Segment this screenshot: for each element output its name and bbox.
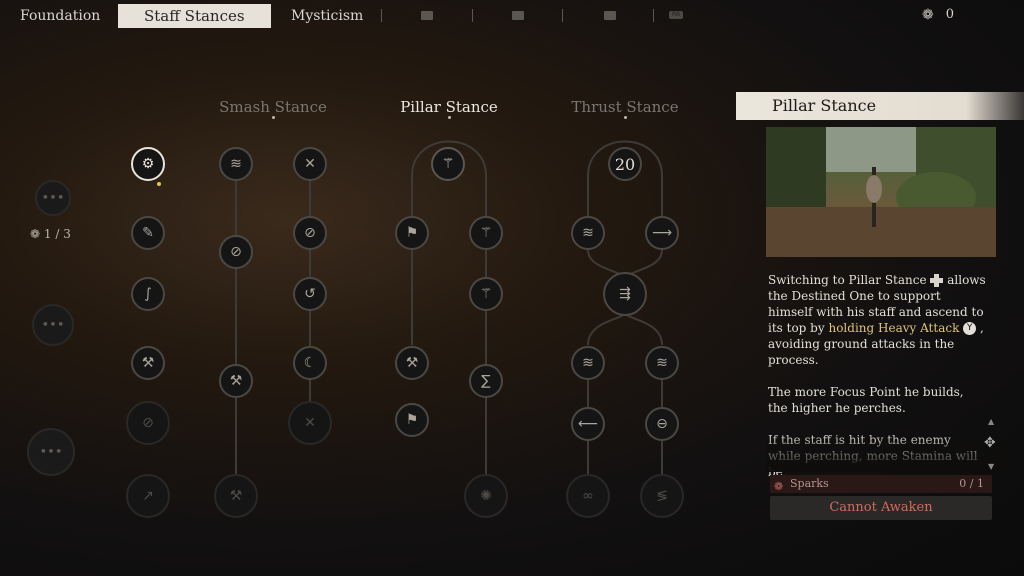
skill-node-pillar[interactable]: ⚑ (395, 216, 429, 250)
desc-1-highlight: holding Heavy Attack (828, 321, 960, 335)
skill-node-thrust[interactable]: ≶ (640, 474, 684, 518)
description-fade (766, 432, 1006, 472)
skill-node[interactable]: ↗ (126, 474, 170, 518)
skill-node-thrust[interactable]: ∞ (566, 474, 610, 518)
skill-node-thrust[interactable]: ⊖ (645, 407, 679, 441)
awaken-button[interactable]: Cannot Awaken (770, 496, 992, 520)
skill-node-smash[interactable]: ↺ (293, 277, 327, 311)
scroll-down-icon[interactable]: ▼ (988, 462, 994, 471)
skill-node-thrust[interactable]: ⟶ (645, 216, 679, 250)
sparks-cost-row: ❁ Sparks 0 / 1 (770, 475, 992, 493)
skill-node-smash[interactable]: ⊘ (293, 216, 327, 250)
skill-node-smash[interactable]: ☾ (293, 346, 327, 380)
detail-panel: Pillar Stance Switching to Pillar Stance… (736, 92, 1024, 532)
skill-node-smash[interactable]: ⚒ (219, 364, 253, 398)
skill-node-smash[interactable]: ✕ (293, 147, 327, 181)
available-dot (157, 182, 161, 186)
skill-node-thrust[interactable]: 20 (608, 147, 642, 181)
description-paragraph-2: The more Focus Point he builds, the high… (768, 385, 964, 415)
desc-1-pre: Switching to Pillar Stance (768, 273, 927, 287)
sparks-icon: ❁ (774, 480, 784, 493)
skill-node-smash[interactable]: ⊘ (219, 235, 253, 269)
sparks-value: 0 / 1 (959, 477, 984, 490)
skill-node-thrust[interactable]: ≋ (645, 346, 679, 380)
detail-title: Pillar Stance (736, 92, 1024, 120)
skill-node-pillar[interactable]: ⚚ (431, 147, 465, 181)
skill-node-pillar[interactable]: ⚚ (469, 277, 503, 311)
skill-node-thrust[interactable]: ≋ (571, 216, 605, 250)
skill-node[interactable]: ∫ (131, 277, 165, 311)
preview-image (766, 127, 996, 257)
skill-node-pillar[interactable]: ∑ (469, 364, 503, 398)
skill-node-pillar[interactable]: ✺ (464, 474, 508, 518)
skill-node-pillar[interactable]: ⚑ (395, 403, 429, 437)
scroll-up-icon[interactable]: ▲ (988, 417, 994, 426)
skill-node-smash[interactable]: ≋ (219, 147, 253, 181)
skill-node-thrust[interactable]: ≋ (571, 346, 605, 380)
skill-node[interactable]: ⊘ (126, 401, 170, 445)
preview-scene (766, 127, 996, 257)
skill-node-pillar[interactable]: ⚒ (395, 346, 429, 380)
dpad-icon (930, 274, 944, 287)
skill-node-thrust[interactable]: ⇶ (603, 272, 647, 316)
y-button-icon: Y (963, 322, 977, 335)
scroll-handle-icon[interactable]: ✥ (984, 435, 996, 451)
skill-node[interactable]: ✎ (131, 216, 165, 250)
skill-node-thrust[interactable]: ⟵ (571, 407, 605, 441)
skill-node[interactable]: ⚒ (131, 346, 165, 380)
sparks-label: Sparks (790, 477, 829, 490)
skill-node-smash[interactable]: ✕ (288, 401, 332, 445)
skill-node[interactable]: ⚙ (131, 147, 165, 181)
description-paragraph-1: Switching to Pillar Stance allows the De… (768, 272, 986, 368)
skill-node-pillar[interactable]: ⚚ (469, 216, 503, 250)
skill-node-smash[interactable]: ⚒ (214, 474, 258, 518)
